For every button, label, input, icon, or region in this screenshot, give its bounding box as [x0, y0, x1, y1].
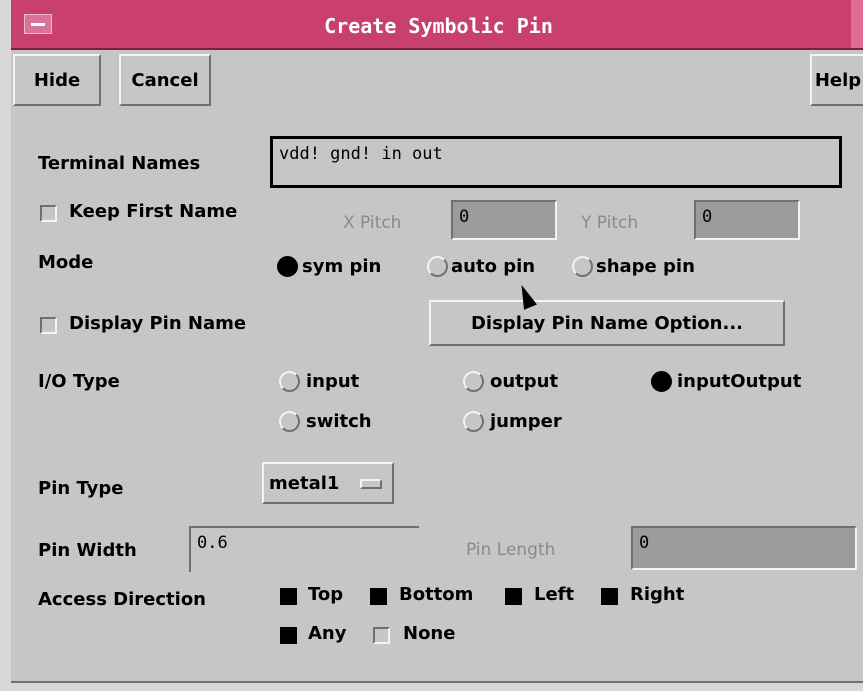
pin-length-input[interactable]: 0: [631, 526, 857, 570]
keep-first-name-label: Keep First Name: [69, 201, 238, 222]
access-left-checkbox[interactable]: [505, 588, 522, 605]
create-symbolic-pin-dialog: Create Symbolic Pin Hide Cancel Help Ter…: [8, 0, 863, 691]
keep-first-name-checkbox[interactable]: [40, 205, 57, 222]
mode-sym-pin-label: sym pin: [302, 256, 382, 277]
io-switch-radio[interactable]: [279, 411, 300, 432]
title-bar[interactable]: Create Symbolic Pin: [11, 0, 863, 50]
io-jumper-label: jumper: [490, 411, 562, 432]
access-right-checkbox[interactable]: [601, 588, 618, 605]
access-bottom-label: Bottom: [399, 584, 474, 605]
access-bottom-checkbox[interactable]: [370, 588, 387, 605]
pin-length-label: Pin Length: [466, 540, 556, 560]
pin-type-label: Pin Type: [38, 478, 124, 499]
window-edge: [851, 0, 863, 48]
x-pitch-input[interactable]: 0: [451, 200, 557, 240]
display-pin-name-label: Display Pin Name: [69, 313, 247, 334]
pin-type-value: metal1: [269, 472, 340, 494]
io-output-label: output: [490, 371, 559, 392]
pin-type-select[interactable]: metal1: [262, 462, 394, 504]
access-top-checkbox[interactable]: [280, 588, 297, 605]
mode-auto-pin-label: auto pin: [451, 256, 536, 277]
access-top-label: Top: [308, 584, 344, 605]
io-jumper-radio[interactable]: [463, 411, 484, 432]
pin-width-label: Pin Width: [38, 540, 137, 561]
y-pitch-input[interactable]: 0: [694, 200, 800, 240]
access-none-label: None: [403, 623, 456, 644]
mode-shape-pin-label: shape pin: [596, 256, 695, 277]
y-pitch-label: Y Pitch: [581, 213, 639, 233]
io-inputoutput-radio[interactable]: [651, 371, 672, 392]
mode-auto-pin-radio[interactable]: [427, 256, 448, 277]
x-pitch-label: X Pitch: [343, 213, 402, 233]
mode-shape-pin-radio[interactable]: [572, 256, 593, 277]
display-pin-name-option-button[interactable]: Display Pin Name Option...: [429, 300, 785, 346]
io-type-label: I/O Type: [38, 371, 120, 392]
window-bottom-edge: [11, 681, 863, 691]
hide-button[interactable]: Hide: [13, 54, 101, 106]
pin-width-input[interactable]: 0.6: [189, 526, 419, 572]
window-title: Create Symbolic Pin: [324, 14, 553, 38]
mode-sym-pin-radio[interactable]: [277, 256, 298, 277]
display-pin-name-checkbox[interactable]: [40, 317, 57, 334]
cancel-button[interactable]: Cancel: [119, 54, 211, 106]
io-switch-label: switch: [306, 411, 372, 432]
access-any-label: Any: [308, 623, 347, 644]
access-left-label: Left: [534, 584, 575, 605]
dropdown-indicator-icon: [360, 479, 382, 489]
terminal-names-label: Terminal Names: [38, 153, 201, 174]
io-input-radio[interactable]: [279, 371, 300, 392]
help-button[interactable]: Help: [810, 54, 863, 106]
access-any-checkbox[interactable]: [280, 627, 297, 644]
access-none-checkbox[interactable]: [373, 627, 390, 644]
mode-label: Mode: [38, 252, 94, 273]
terminal-names-input[interactable]: vdd! gnd! in out: [270, 136, 842, 188]
io-inputoutput-label: inputOutput: [677, 371, 802, 392]
access-direction-label: Access Direction: [38, 589, 206, 610]
access-right-label: Right: [630, 584, 685, 605]
io-output-radio[interactable]: [463, 371, 484, 392]
io-input-label: input: [306, 371, 360, 392]
